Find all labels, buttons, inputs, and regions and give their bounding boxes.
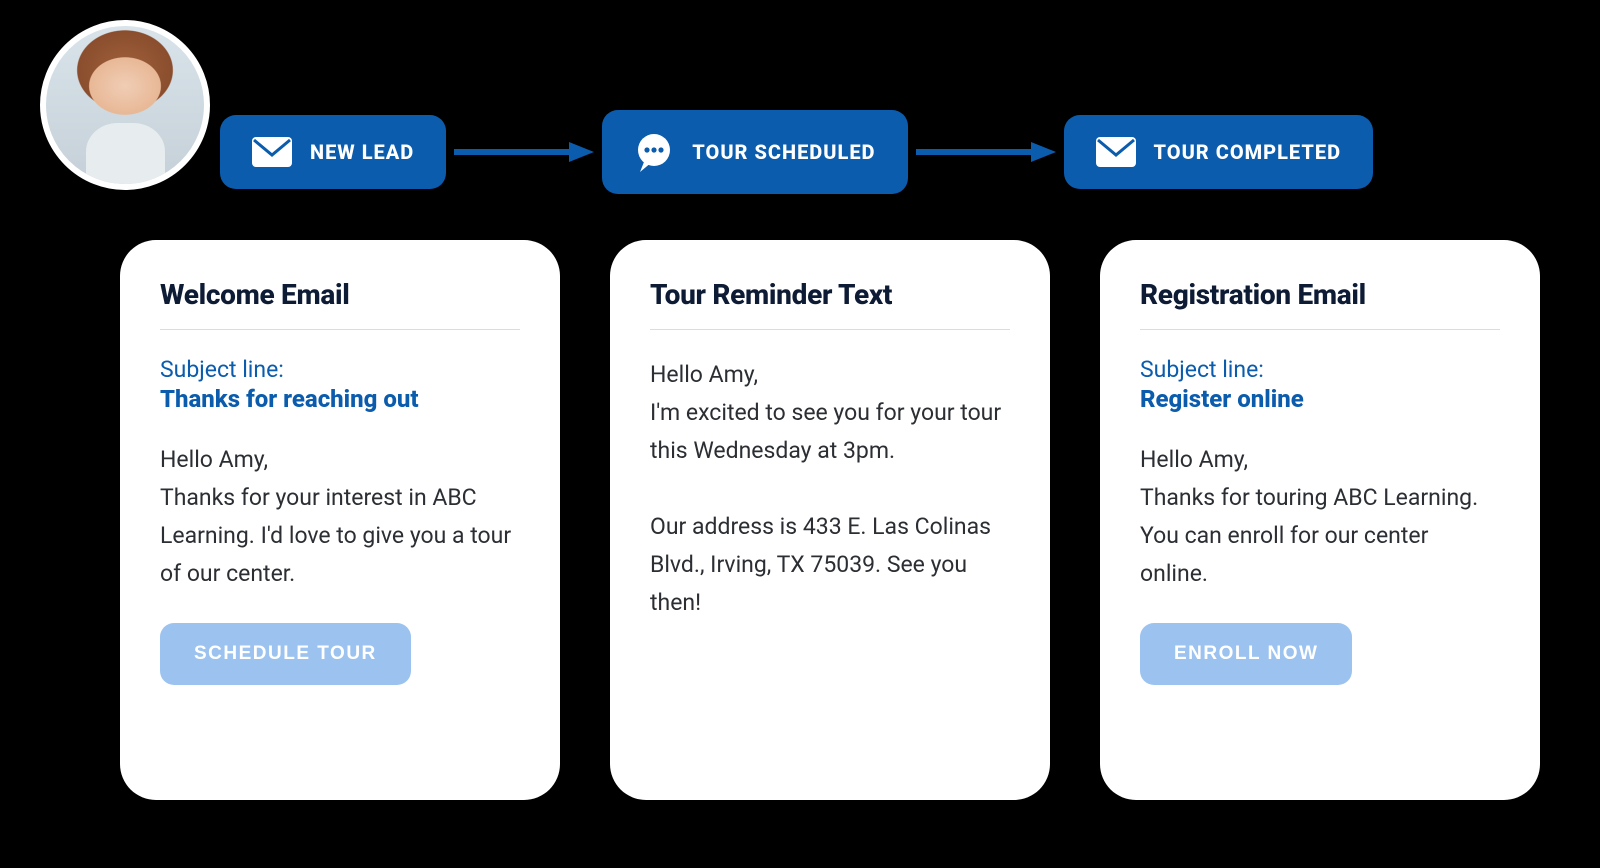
card-title: Registration Email [1140,278,1500,311]
divider [1140,329,1500,330]
lead-avatar [40,20,210,190]
stage-new-lead: NEW LEAD [220,115,446,189]
card-title: Welcome Email [160,278,520,311]
chat-icon [634,132,674,172]
subject-line-label: Subject line: [160,356,520,383]
arrow-icon [916,142,1056,162]
envelope-icon [252,137,292,167]
stage-tour-completed: TOUR COMPLETED [1064,115,1374,189]
card-welcome-email: Welcome Email Subject line: Thanks for r… [120,240,560,800]
enroll-now-button[interactable]: ENROLL NOW [1140,623,1352,685]
card-registration-email: Registration Email Subject line: Registe… [1100,240,1540,800]
stage-row: NEW LEAD TOUR SCHEDULED T [220,110,1560,194]
stage-label: NEW LEAD [310,140,414,164]
stage-label: TOUR COMPLETED [1154,140,1342,164]
envelope-icon [1096,137,1136,167]
email-body: Hello Amy, Thanks for touring ABC Learni… [1140,441,1500,593]
cards-row: Welcome Email Subject line: Thanks for r… [120,240,1540,800]
arrow-icon [454,142,594,162]
stage-tour-scheduled: TOUR SCHEDULED [602,110,907,194]
email-body: Hello Amy, Thanks for your interest in A… [160,441,520,593]
schedule-tour-button[interactable]: SCHEDULE TOUR [160,623,411,685]
divider [650,329,1010,330]
card-tour-reminder: Tour Reminder Text Hello Amy, I'm excite… [610,240,1050,800]
subject-line-value: Register online [1140,385,1500,413]
subject-line-value: Thanks for reaching out [160,385,520,413]
divider [160,329,520,330]
stage-label: TOUR SCHEDULED [692,140,875,164]
card-title: Tour Reminder Text [650,278,1010,311]
subject-line-label: Subject line: [1140,356,1500,383]
text-body: Hello Amy, I'm excited to see you for yo… [650,356,1010,622]
